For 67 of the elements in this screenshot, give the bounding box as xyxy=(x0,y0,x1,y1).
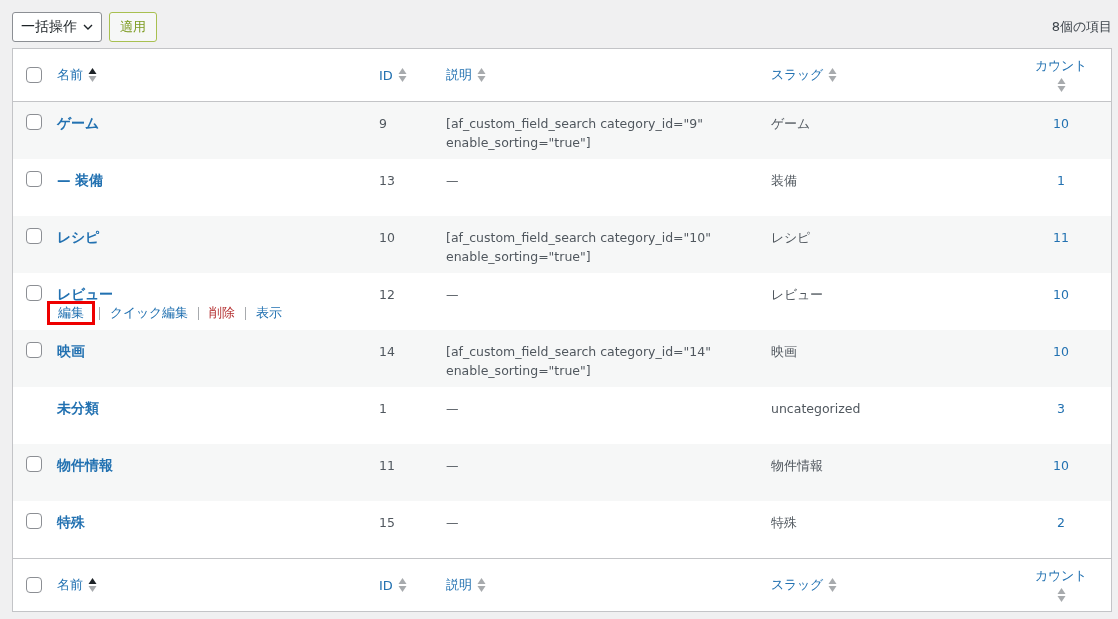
description-cell: [af_custom_field_search category_id="14" enable_sorting="true"] xyxy=(446,344,711,378)
select-all-checkbox[interactable] xyxy=(26,67,42,83)
description-cell: — xyxy=(446,287,459,302)
column-header[interactable]: ID xyxy=(379,67,393,83)
description-cell: — xyxy=(446,458,459,473)
column-header[interactable]: カウント xyxy=(1035,57,1087,75)
bulk-actions-dropdown[interactable]: 一括操作 xyxy=(12,12,102,42)
description-cell: [af_custom_field_search category_id="9" enable_sorting="true"] xyxy=(446,116,703,150)
id-cell: 13 xyxy=(379,173,395,188)
row-action-link[interactable]: 編集 xyxy=(47,301,95,325)
post-count-link[interactable]: 1 xyxy=(1057,173,1065,188)
column-header[interactable]: 名前 xyxy=(57,576,83,594)
row-checkbox[interactable] xyxy=(26,228,42,244)
slug-cell: 映画 xyxy=(771,344,797,359)
row-checkbox[interactable] xyxy=(26,456,42,472)
row-checkbox[interactable] xyxy=(26,513,42,529)
post-count-link[interactable]: 2 xyxy=(1057,515,1065,530)
apply-button[interactable]: 適用 xyxy=(109,12,157,42)
column-header[interactable]: スラッグ xyxy=(771,66,823,84)
id-cell: 15 xyxy=(379,515,395,530)
category-name-link[interactable]: レシピ xyxy=(57,228,99,247)
slug-cell: 特殊 xyxy=(771,515,797,530)
post-count-link[interactable]: 10 xyxy=(1053,287,1069,302)
item-count: 8個の項目 xyxy=(1051,18,1112,36)
id-cell: 1 xyxy=(379,401,387,416)
select-all-checkbox[interactable] xyxy=(26,577,42,593)
slug-cell: レシピ xyxy=(771,230,810,245)
column-header[interactable]: カウント xyxy=(1035,567,1087,585)
post-count-link[interactable]: 10 xyxy=(1053,458,1069,473)
id-cell: 9 xyxy=(379,116,387,131)
category-name-link[interactable]: レビュー xyxy=(57,285,113,304)
description-cell: — xyxy=(446,173,459,188)
row-checkbox[interactable] xyxy=(26,171,42,187)
post-count-link[interactable]: 3 xyxy=(1057,401,1065,416)
column-header[interactable]: 名前 xyxy=(57,66,83,84)
id-cell: 12 xyxy=(379,287,395,302)
post-count-link[interactable]: 10 xyxy=(1053,344,1069,359)
id-cell: 10 xyxy=(379,230,395,245)
row-action-link[interactable]: 削除 xyxy=(203,301,241,325)
slug-cell: 物件情報 xyxy=(771,458,823,473)
slug-cell: レビュー xyxy=(771,287,823,302)
row-checkbox[interactable] xyxy=(26,342,42,358)
slug-cell: ゲーム xyxy=(771,116,810,131)
row-checkbox[interactable] xyxy=(26,114,42,130)
post-count-link[interactable]: 11 xyxy=(1053,230,1069,245)
category-name-link[interactable]: 物件情報 xyxy=(57,456,113,475)
column-header[interactable]: 説明 xyxy=(446,66,472,84)
chevron-down-icon xyxy=(83,24,93,30)
category-name-link[interactable]: — 装備 xyxy=(57,171,104,190)
category-name-link[interactable]: 未分類 xyxy=(57,399,99,418)
slug-cell: 装備 xyxy=(771,173,797,188)
category-name-link[interactable]: 特殊 xyxy=(57,513,85,532)
column-header[interactable]: スラッグ xyxy=(771,576,823,594)
category-name-link[interactable]: ゲーム xyxy=(57,114,99,133)
description-cell: — xyxy=(446,401,459,416)
row-action-link[interactable]: クイック編集 xyxy=(104,301,194,325)
row-checkbox[interactable] xyxy=(26,285,42,301)
id-cell: 11 xyxy=(379,458,395,473)
description-cell: [af_custom_field_search category_id="10" enable_sorting="true"] xyxy=(446,230,711,264)
column-header[interactable]: ID xyxy=(379,577,393,593)
id-cell: 14 xyxy=(379,344,395,359)
post-count-link[interactable]: 10 xyxy=(1053,116,1069,131)
row-action-link[interactable]: 表示 xyxy=(250,301,288,325)
slug-cell: uncategorized xyxy=(771,401,861,416)
column-header[interactable]: 説明 xyxy=(446,576,472,594)
category-name-link[interactable]: 映画 xyxy=(57,342,85,361)
description-cell: — xyxy=(446,515,459,530)
